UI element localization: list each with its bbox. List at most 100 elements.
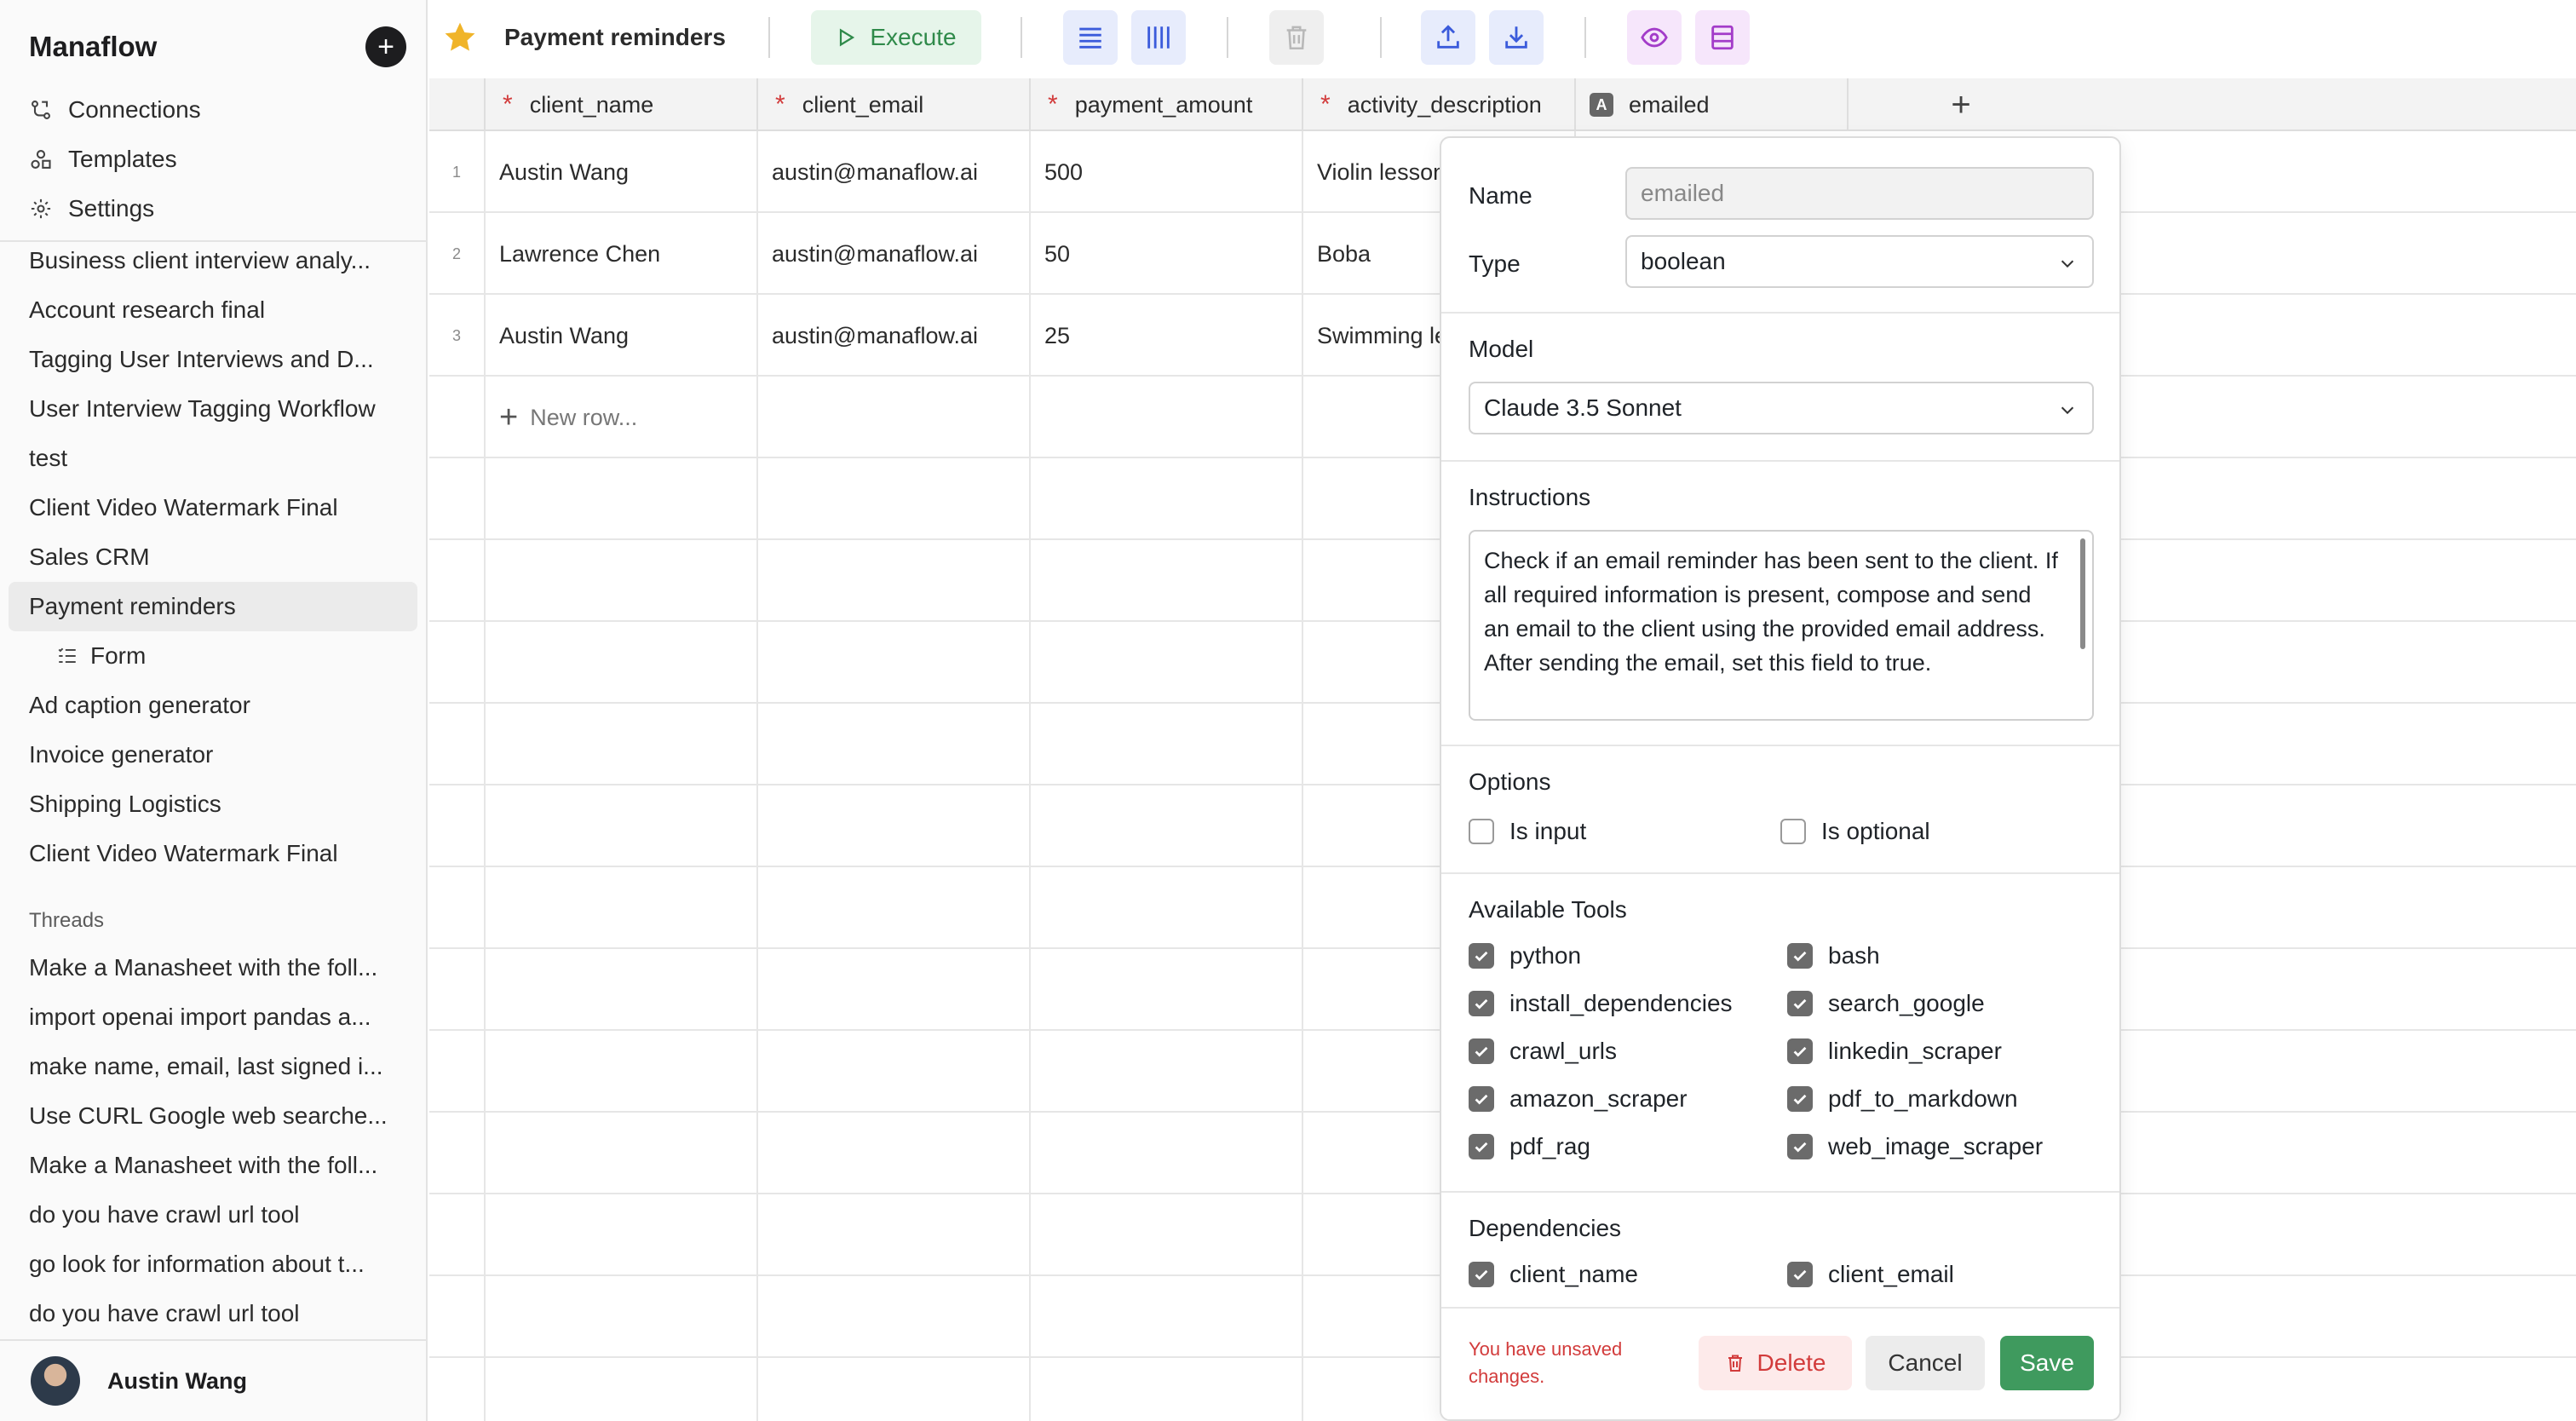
cell-client-name[interactable]: Lawrence Chen: [486, 213, 758, 295]
checkbox-item[interactable]: web_image_scraper: [1787, 1133, 2043, 1160]
threads-heading: Threads: [29, 909, 105, 932]
checkbox-item[interactable]: crawl_urls: [1469, 1038, 1617, 1065]
empty-cell: [486, 458, 758, 540]
sheet-item[interactable]: Tagging User Interviews and D...: [0, 335, 426, 384]
checkbox-item[interactable]: install_dependencies: [1469, 990, 1733, 1017]
sidebar-nav: Connections Templates Settings: [0, 85, 426, 233]
sidebar-item-templates[interactable]: Templates: [0, 135, 426, 184]
row-view-button[interactable]: [1063, 10, 1118, 65]
checkbox-checked-icon: [1469, 991, 1494, 1016]
user-profile[interactable]: Austin Wang: [0, 1339, 426, 1421]
preview-button[interactable]: [1627, 10, 1682, 65]
checkbox-item[interactable]: linkedin_scraper: [1787, 1038, 2002, 1065]
empty-cell: [1031, 1276, 1303, 1358]
column-header-label: client_email: [802, 91, 924, 118]
star-icon[interactable]: [441, 19, 479, 56]
thread-item[interactable]: Make a Manasheet with the foll...: [0, 1141, 426, 1190]
form-view-button[interactable]: [1695, 10, 1750, 65]
column-view-button[interactable]: [1131, 10, 1186, 65]
thread-item[interactable]: go look for information about t...: [0, 1240, 426, 1289]
checkbox-checked-icon: [1787, 991, 1813, 1016]
empty-cell: [1031, 1031, 1303, 1113]
empty-cell: [429, 1358, 486, 1421]
row-number: 2: [429, 213, 486, 295]
empty-cell: [429, 540, 486, 622]
column-header-payment-amount[interactable]: * payment_amount: [1031, 78, 1303, 131]
cell-client-email[interactable]: austin@manaflow.ai: [758, 213, 1031, 295]
column-header-emailed[interactable]: A emailed: [1576, 78, 1849, 131]
column-config-panel: Name emailed Type boolean Model Claude 3…: [1440, 136, 2121, 1421]
checkbox-item[interactable]: client_email: [1787, 1261, 1954, 1288]
column-header-client-name[interactable]: * client_name: [486, 78, 758, 131]
sheet-item[interactable]: Shipping Logistics: [0, 780, 426, 829]
new-row-button[interactable]: + New row...: [486, 377, 758, 458]
thread-item[interactable]: Use CURL Google web searche...: [0, 1091, 426, 1141]
is-input-checkbox[interactable]: Is input: [1469, 818, 1586, 845]
sidebar-item-connections[interactable]: Connections: [0, 85, 426, 135]
instructions-textarea[interactable]: Check if an email reminder has been sent…: [1469, 530, 2094, 721]
sheet-item[interactable]: Client Video Watermark Final: [0, 829, 426, 878]
model-select-value: Claude 3.5 Sonnet: [1484, 394, 1682, 421]
add-column-button[interactable]: +: [1937, 78, 1985, 131]
cell-client-name[interactable]: Austin Wang: [486, 131, 758, 213]
checkbox-item[interactable]: client_name: [1469, 1261, 1638, 1288]
column-header-client-email[interactable]: * client_email: [758, 78, 1031, 131]
execute-button[interactable]: Execute: [811, 10, 981, 65]
empty-cell: [429, 785, 486, 867]
is-optional-checkbox[interactable]: Is optional: [1780, 818, 1930, 845]
sheet-item[interactable]: Account research final: [0, 285, 426, 335]
sidebar-item-settings[interactable]: Settings: [0, 184, 426, 233]
checkbox-item[interactable]: pdf_rag: [1469, 1133, 1590, 1160]
empty-cell: [758, 704, 1031, 785]
checkbox-item[interactable]: search_google: [1787, 990, 1985, 1017]
form-layout-icon: [1711, 25, 1734, 50]
cell-client-email[interactable]: austin@manaflow.ai: [758, 295, 1031, 377]
sheet-item[interactable]: User Interview Tagging Workflow: [0, 384, 426, 434]
new-sheet-button[interactable]: +: [365, 26, 406, 67]
cell-client-email[interactable]: austin@manaflow.ai: [758, 131, 1031, 213]
panel-divider: [1441, 872, 2119, 874]
sheet-item[interactable]: Business client interview analy...: [0, 236, 426, 285]
empty-cell: [429, 704, 486, 785]
model-select[interactable]: Claude 3.5 Sonnet: [1469, 382, 2094, 434]
save-button[interactable]: Save: [2000, 1336, 2094, 1390]
checkbox-item[interactable]: pdf_to_markdown: [1787, 1085, 2018, 1113]
checkbox-item[interactable]: amazon_scraper: [1469, 1085, 1688, 1113]
thread-item[interactable]: Make a Manasheet with the foll...: [0, 943, 426, 992]
delete-rows-button[interactable]: [1269, 10, 1324, 65]
checkbox-item[interactable]: bash: [1787, 942, 1880, 969]
delete-label: Delete: [1757, 1349, 1826, 1376]
sheet-item[interactable]: test: [0, 434, 426, 483]
thread-item[interactable]: make name, email, last signed i...: [0, 1042, 426, 1091]
empty-cell: [429, 1031, 486, 1113]
textarea-scrollbar[interactable]: [2080, 538, 2085, 649]
cell-payment-amount[interactable]: 500: [1031, 131, 1303, 213]
chevron-down-icon: [2061, 260, 2074, 268]
checkbox-item[interactable]: python: [1469, 942, 1581, 969]
empty-cell: [486, 785, 758, 867]
dependencies-label: Dependencies: [1469, 1215, 1622, 1241]
cell-payment-amount[interactable]: 50: [1031, 213, 1303, 295]
upload-button[interactable]: [1421, 10, 1475, 65]
thread-item[interactable]: do you have crawl url tool: [0, 1289, 426, 1338]
cell-client-name[interactable]: Austin Wang: [486, 295, 758, 377]
cell-payment-amount[interactable]: 25: [1031, 295, 1303, 377]
column-name-field[interactable]: emailed: [1625, 167, 2094, 220]
sheet-subitem-form[interactable]: Form: [0, 631, 426, 681]
checkbox-label: client_name: [1509, 1261, 1638, 1287]
sheet-item[interactable]: Sales CRM: [0, 532, 426, 582]
column-header-activity-description[interactable]: * activity_description: [1303, 78, 1576, 131]
sheet-item[interactable]: Client Video Watermark Final: [0, 483, 426, 532]
thread-item[interactable]: import openai import pandas a...: [0, 992, 426, 1042]
cancel-button[interactable]: Cancel: [1866, 1336, 1985, 1390]
thread-item[interactable]: do you have crawl url tool: [0, 1190, 426, 1240]
type-select-value: boolean: [1641, 248, 1726, 274]
toolbar-divider: [1021, 17, 1022, 58]
empty-cell: [486, 1194, 758, 1276]
delete-column-button[interactable]: Delete: [1699, 1336, 1852, 1390]
sheet-item[interactable]: Ad caption generator: [0, 681, 426, 730]
sheet-item-active[interactable]: Payment reminders: [9, 582, 417, 631]
type-select[interactable]: boolean: [1625, 235, 2094, 288]
download-button[interactable]: [1489, 10, 1544, 65]
sheet-item[interactable]: Invoice generator: [0, 730, 426, 780]
